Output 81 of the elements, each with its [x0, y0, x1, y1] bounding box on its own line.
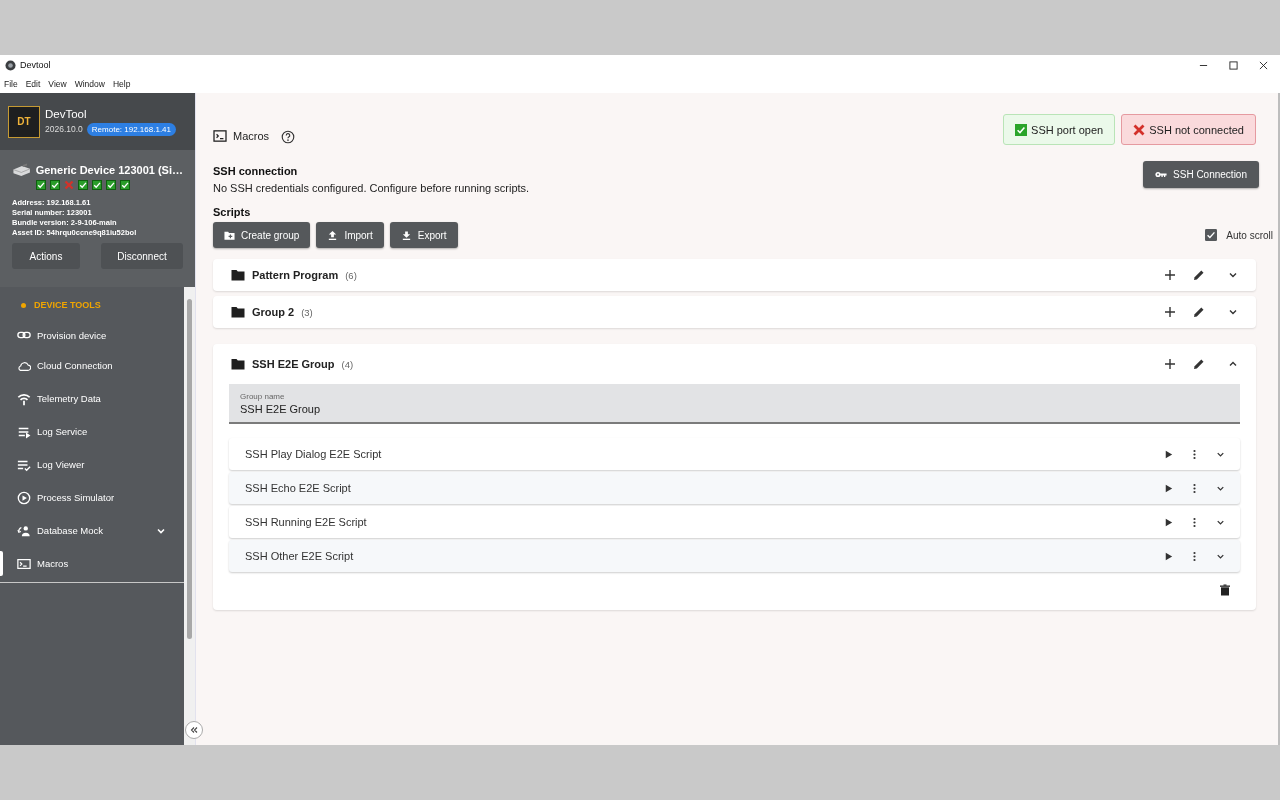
nav-item[interactable]: Log Service [0, 415, 184, 448]
app-name: DevTool [45, 107, 88, 120]
maximize-icon[interactable] [1229, 60, 1238, 70]
checkbox[interactable] [1205, 229, 1218, 241]
people-sync-icon [17, 523, 31, 538]
check-icon [1015, 123, 1028, 136]
nav-item[interactable]: Log Viewer [0, 448, 184, 481]
play-circle-icon [17, 490, 31, 505]
cross-icon [1133, 123, 1146, 136]
key-icon [1155, 171, 1168, 178]
script-row[interactable]: SSH Running E2E Script [229, 506, 1240, 538]
nav-item[interactable]: Provision device [0, 321, 184, 349]
nav-item[interactable]: Database Mock [0, 514, 184, 547]
edit-icon[interactable] [1193, 306, 1205, 318]
script-name: SSH Echo E2E Script [245, 482, 352, 494]
nav-item[interactable]: Cloud Connection [0, 349, 184, 382]
double-chevron-icon [189, 725, 199, 735]
script-name: SSH Running E2E Script [245, 516, 368, 528]
group-name: Group 2 [252, 306, 295, 318]
edit-icon[interactable] [1193, 358, 1205, 370]
folder-icon [231, 306, 245, 318]
disconnect-button[interactable]: Disconnect [101, 243, 183, 269]
app-icon [5, 59, 16, 71]
scrollbar[interactable] [184, 287, 195, 745]
play-icon[interactable] [1163, 482, 1174, 494]
menu-item[interactable]: View [48, 79, 67, 89]
export-button[interactable]: Export [389, 222, 458, 248]
ssh-message: No SSH credentials configured. Configure before running scripts. [213, 182, 530, 194]
section-heading: SSH connection [213, 165, 299, 177]
add-icon[interactable] [1164, 269, 1176, 281]
script-row[interactable]: SSH Play Dialog E2E Script [229, 438, 1240, 470]
play-icon[interactable] [1163, 448, 1174, 460]
delete-icon[interactable] [1219, 584, 1231, 596]
auto-scroll-label: Auto scroll [1226, 229, 1273, 241]
group-name: Pattern Program [252, 269, 339, 281]
group-count: (4) [341, 358, 354, 370]
section-heading: DEVICE TOOLS [34, 300, 101, 310]
folder-plus-icon [224, 229, 235, 241]
ssh-connection-button[interactable]: SSH Connection [1143, 161, 1259, 188]
edit-icon[interactable] [1193, 269, 1205, 281]
script-row[interactable]: SSH Echo E2E Script [229, 472, 1240, 504]
device-name: Generic Device 123001 (Si… [35, 164, 183, 176]
menu-item[interactable]: File [4, 79, 18, 89]
folder-icon [231, 358, 245, 370]
status-badge: SSH port open [1003, 114, 1116, 145]
menu-item[interactable]: Window [74, 79, 105, 89]
play-icon[interactable] [1163, 516, 1174, 528]
status-badge: SSH not connected [1121, 114, 1256, 145]
group-count: (3) [301, 306, 313, 318]
script-name: SSH Play Dialog E2E Script [245, 448, 383, 460]
page-title: Macros [233, 130, 270, 142]
nav-item[interactable]: Macros [0, 547, 184, 580]
help-icon[interactable] [281, 130, 296, 144]
add-icon[interactable] [1164, 306, 1176, 318]
menu-item[interactable]: Edit [25, 79, 41, 89]
wifi-icon [17, 391, 31, 406]
group-name: SSH E2E Group [252, 358, 335, 370]
script-row[interactable]: SSH Other E2E Script [229, 540, 1240, 572]
terminal-icon [17, 556, 31, 571]
play-icon[interactable] [1163, 550, 1174, 562]
close-icon[interactable] [1259, 60, 1268, 70]
section-dot-icon [21, 302, 26, 308]
actions-button[interactable]: Actions [12, 243, 80, 269]
terminal-icon [213, 130, 227, 142]
upload-icon [327, 229, 339, 241]
app-logo: DT [8, 105, 40, 138]
download-icon [400, 229, 412, 241]
group-name-field[interactable]: Group name SSH E2E Group [229, 384, 1240, 424]
section-heading: Scripts [213, 206, 252, 218]
group-count: (6) [345, 269, 357, 281]
import-button[interactable]: Import [316, 222, 384, 248]
window-title: Devtool [20, 60, 51, 70]
nav-item[interactable]: Process Simulator [0, 481, 184, 514]
menu-item[interactable]: Help [112, 79, 131, 89]
script-name: SSH Other E2E Script [245, 550, 355, 562]
remote-badge: Remote: 192.168.1.41 [86, 122, 176, 136]
folder-icon [231, 269, 245, 281]
app-version: 2026.10.0 [45, 124, 83, 134]
nav-item[interactable]: Telemetry Data [0, 382, 184, 415]
create-group-button[interactable]: Create group [213, 222, 311, 248]
add-icon[interactable] [1164, 358, 1176, 370]
